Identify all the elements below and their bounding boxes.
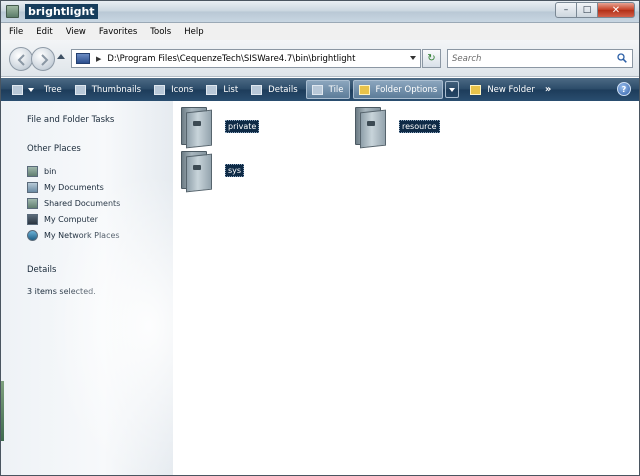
toolbar-label-new-folder: New Folder: [487, 84, 535, 95]
address-bar[interactable]: ▶ D:\Program Files\CequenzeTech\SISWare4…: [71, 49, 421, 68]
shared-documents-icon: [27, 197, 38, 209]
folder-name-sys[interactable]: sys: [225, 163, 245, 177]
search-icon[interactable]: [617, 53, 627, 63]
more-commands-button[interactable]: »: [545, 84, 551, 95]
list-view-icon: [206, 84, 218, 95]
folder-options-dropdown[interactable]: [445, 81, 460, 98]
thumbnails-icon: [74, 84, 86, 95]
window-controls: – □ ✕: [555, 2, 635, 19]
folder-tile-sys[interactable]: sys: [179, 149, 245, 193]
close-button[interactable]: ✕: [597, 2, 635, 18]
place-label-my-documents: My Documents: [44, 182, 104, 192]
details-view-icon: [251, 84, 263, 95]
my-documents-icon: [27, 181, 38, 193]
window-title: brightlight: [25, 4, 98, 19]
folder-icon: [27, 165, 38, 177]
address-row: ▶ D:\Program Files\CequenzeTech\SISWare4…: [1, 40, 639, 77]
folder-options-button[interactable]: Folder Options: [352, 80, 444, 99]
folder-icon: [179, 149, 215, 193]
tile-button[interactable]: Tile: [305, 80, 350, 99]
place-my-documents[interactable]: My Documents: [27, 181, 104, 193]
folder-icon: [179, 105, 215, 149]
folder-icon-front: [186, 153, 212, 193]
toolbar-label-list: List: [223, 84, 239, 95]
folder-name-private[interactable]: private: [225, 119, 260, 133]
maximize-button[interactable]: □: [576, 2, 598, 18]
folder-tile-private[interactable]: private: [179, 105, 260, 149]
place-label-my-computer: My Computer: [44, 214, 98, 224]
forward-button[interactable]: [31, 47, 55, 71]
chevron-down-icon: [28, 87, 34, 92]
folder-icon-front: [186, 109, 212, 149]
toolbar-label-details: Details: [268, 84, 298, 95]
search-input[interactable]: [452, 52, 612, 65]
command-toolbar: Tree Thumbnails Icons List Details Tile …: [1, 78, 639, 101]
details-selection-text: 3 items selected.: [27, 287, 96, 296]
place-bin[interactable]: bin: [27, 165, 56, 177]
explorer-window: brightlight – □ ✕ File Edit View Favorit…: [0, 0, 640, 476]
details-heading[interactable]: Details: [27, 265, 56, 275]
network-places-icon: [27, 229, 38, 241]
place-label-my-network-places: My Network Places: [44, 230, 120, 240]
place-shared-documents[interactable]: Shared Documents: [27, 197, 120, 209]
layout-button[interactable]: [7, 80, 36, 99]
my-computer-icon: [27, 213, 38, 225]
file-folder-tasks-heading[interactable]: File and Folder Tasks: [27, 115, 114, 125]
menu-help[interactable]: Help: [184, 27, 203, 37]
menu-bar: File Edit View Favorites Tools Help: [1, 23, 639, 40]
refresh-button[interactable]: ↻: [422, 49, 441, 68]
help-icon[interactable]: ?: [617, 82, 631, 96]
place-label-shared-documents: Shared Documents: [44, 198, 121, 208]
folder-icon-tab: [367, 121, 375, 126]
breadcrumb-arrow-icon[interactable]: ▶: [96, 55, 101, 63]
folder-icon-front: [360, 109, 386, 149]
folder-icon-tab: [193, 165, 201, 170]
folder-icon-tab: [193, 121, 201, 126]
menu-view[interactable]: View: [66, 27, 86, 37]
thumbnails-button[interactable]: Thumbnails: [70, 80, 146, 99]
folder-icon: [353, 105, 389, 149]
folder-window-icon: [6, 5, 19, 18]
place-my-network-places[interactable]: My Network Places: [27, 229, 120, 241]
window-edge-accent: [1, 381, 4, 441]
title-bar[interactable]: brightlight – □ ✕: [1, 1, 639, 23]
toolbar-label-icons: Icons: [171, 84, 194, 95]
toolbar-label-tile: Tile: [328, 84, 344, 95]
toolbar-label-folder-options: Folder Options: [375, 84, 438, 95]
tree-button[interactable]: Tree: [39, 80, 67, 99]
layout-icon: [12, 84, 23, 95]
new-folder-icon: [470, 84, 482, 95]
toolbar-label-tree: Tree: [44, 84, 62, 95]
menu-edit[interactable]: Edit: [36, 27, 52, 37]
other-places-heading[interactable]: Other Places: [27, 144, 81, 154]
minimize-button[interactable]: –: [555, 2, 577, 18]
menu-tools[interactable]: Tools: [150, 27, 171, 37]
address-path[interactable]: D:\Program Files\CequenzeTech\SISWare4.7…: [107, 54, 355, 64]
folder-options-icon: [358, 84, 370, 95]
back-button[interactable]: [9, 47, 33, 71]
recent-pages-dropdown-icon[interactable]: [57, 54, 65, 59]
menu-favorites[interactable]: Favorites: [99, 27, 137, 37]
icons-button[interactable]: Icons: [149, 80, 198, 99]
icons-view-icon: [154, 84, 166, 95]
toolbar-label-thumbnails: Thumbnails: [91, 84, 142, 95]
address-dropdown-icon[interactable]: [410, 56, 416, 60]
search-box[interactable]: [447, 49, 633, 68]
new-folder-button[interactable]: New Folder: [465, 80, 540, 99]
place-my-computer[interactable]: My Computer: [27, 213, 98, 225]
file-list-area[interactable]: private resource sys: [173, 101, 639, 475]
list-button[interactable]: List: [201, 80, 243, 99]
details-button[interactable]: Details: [246, 80, 302, 99]
tile-view-icon: [311, 84, 323, 95]
folder-tile-resource[interactable]: resource: [353, 105, 440, 149]
menu-file[interactable]: File: [9, 27, 23, 37]
computer-address-icon: [76, 53, 90, 64]
forward-arrow-icon: [41, 54, 49, 66]
task-pane: File and Folder Tasks Other Places bin M…: [1, 101, 221, 476]
place-label-bin: bin: [44, 166, 57, 176]
folder-name-resource[interactable]: resource: [399, 119, 440, 133]
